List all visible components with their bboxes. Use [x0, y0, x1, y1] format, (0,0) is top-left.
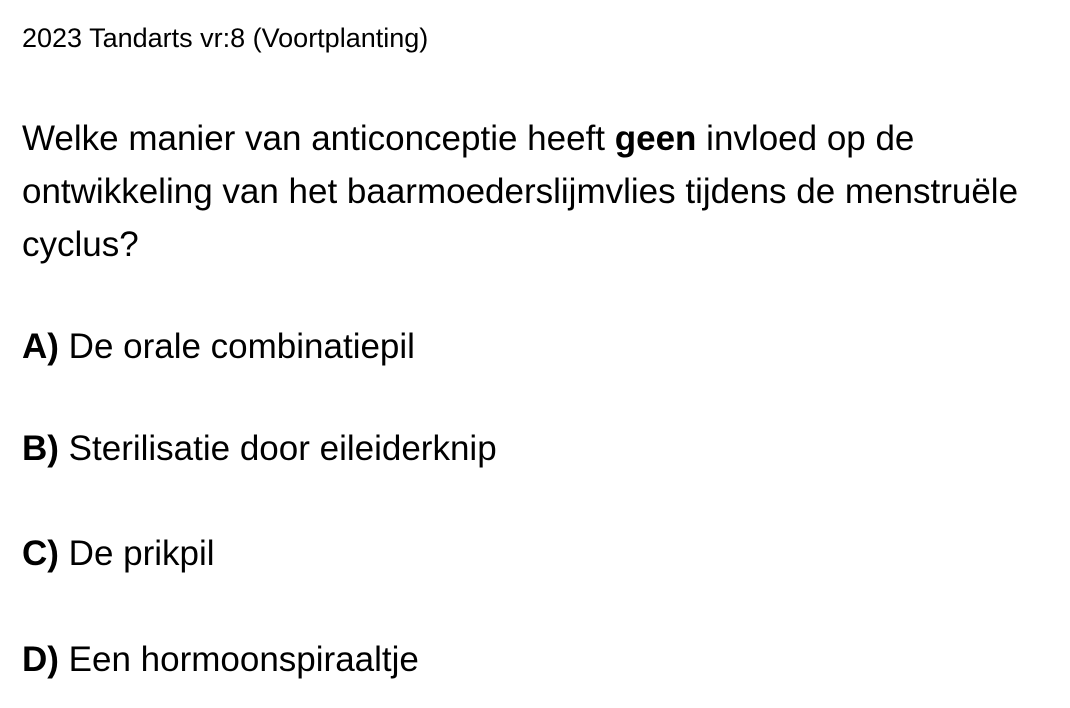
document-page: 2023 Tandarts vr:8 (Voortplanting) Welke…: [22, 0, 1052, 708]
answer-option-c[interactable]: C) De prikpil: [22, 532, 215, 576]
answer-option-b[interactable]: B) Sterilisatie door eileiderknip: [22, 427, 497, 471]
option-text: Sterilisatie door eileiderknip: [58, 429, 497, 468]
option-letter: B): [22, 429, 59, 468]
answer-option-d[interactable]: D) Een hormoonspiraaltje: [22, 638, 419, 682]
question-text: Welke manier van anticonceptie heeft gee…: [22, 112, 1052, 271]
option-letter: C): [22, 534, 59, 573]
question-header: 2023 Tandarts vr:8 (Voortplanting): [22, 23, 429, 53]
option-text: De prikpil: [58, 534, 215, 573]
option-letter: A): [22, 327, 59, 366]
option-text: De orale combinatiepil: [58, 327, 415, 366]
question-emphasis: geen: [614, 119, 697, 158]
option-text: Een hormoonspiraaltje: [58, 640, 419, 679]
option-letter: D): [22, 640, 59, 679]
question-text-before: Welke manier van anticonceptie heeft: [22, 119, 615, 158]
answer-option-a[interactable]: A) De orale combinatiepil: [22, 325, 415, 369]
